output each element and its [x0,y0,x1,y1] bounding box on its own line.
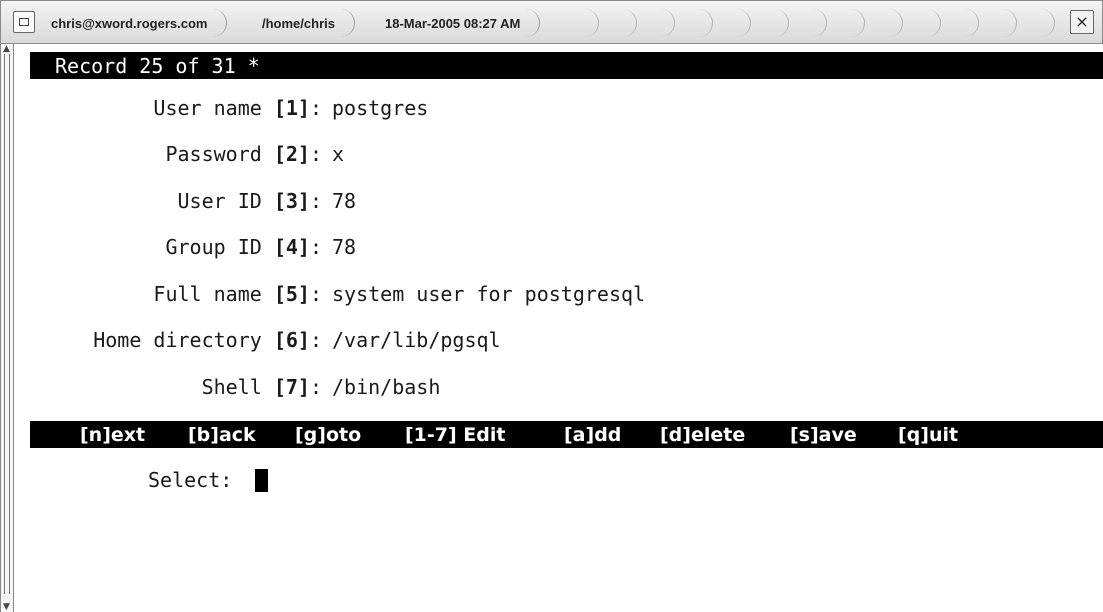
titlebar-decoration [903,9,941,37]
titlebar-decoration [941,9,979,37]
menu-item-back[interactable]: [b]ack [188,424,256,446]
title-tab-user-host: chris@xword.rogers.com [45,9,228,37]
window-icon [19,18,29,26]
field-value: 78 [332,189,357,213]
modified-marker: * [247,53,260,78]
menu-item-next[interactable]: [n]ext [80,424,145,446]
select-prompt: Select: [148,468,233,492]
titlebar-decoration [751,9,789,37]
title-tab-datetime: 18-Mar-2005 08:27 AM [379,9,541,37]
field-label: Home directory [6]: [93,328,322,352]
titlebar-decoration [599,9,637,37]
field-value: postgres [332,96,429,120]
record-header: Record 25 of 31 * [30,52,1103,79]
title-bar: chris@xword.rogers.com /home/chris 18-Ma… [0,0,1103,44]
titlebar-decoration [827,9,865,37]
field-value: 78 [332,235,357,259]
titlebar-decoration [675,9,713,37]
titlebar-decoration [1017,9,1055,37]
field-label: Password [2]: [165,142,322,166]
record-counter: Record 25 of 31 [55,53,236,78]
close-icon: × [1075,12,1089,31]
menu-item-quit[interactable]: [q]uit [898,424,958,446]
titlebar-decoration [789,9,827,37]
scrollbar-thumb[interactable] [4,54,10,594]
field-value: /var/lib/pgsql [332,328,501,352]
titlebar-decoration [865,9,903,37]
titlebar-decoration [979,9,1017,37]
field-label: User name [1]: [153,96,322,120]
title-tab-path: /home/chris [256,9,355,37]
field-label: Full name [5]: [153,282,322,306]
scroll-down-icon[interactable]: ▼ [3,602,10,612]
field-label: User ID [3]: [177,189,322,213]
titlebar-decoration [561,9,599,37]
field-label: Shell [7]: [201,375,322,399]
field-value: /bin/bash [332,375,441,399]
menu-item-add[interactable]: [a]dd [564,424,621,446]
titlebar-decoration [637,9,675,37]
text-cursor[interactable] [255,469,268,492]
field-value: x [332,142,345,166]
close-button[interactable]: × [1070,10,1094,34]
field-value: system user for postgresql [332,282,646,306]
menu-item-save[interactable]: [s]ave [790,424,857,446]
command-menu-bar: [n]ext [b]ack [g]oto [1-7] Edit [a]dd [d… [30,421,1103,448]
window-menu-button[interactable] [13,11,35,33]
scroll-up-icon[interactable]: ▲ [3,44,10,54]
menu-item-goto[interactable]: [g]oto [295,424,361,446]
menu-item-edit[interactable]: [1-7] Edit [405,424,505,446]
titlebar-decoration [713,9,751,37]
field-label: Group ID [4]: [165,235,322,259]
menu-item-delete[interactable]: [d]elete [660,424,745,446]
terminal-window[interactable]: ▲ ▼ Record 25 of 31 * User name [1]: pos… [0,44,1103,612]
